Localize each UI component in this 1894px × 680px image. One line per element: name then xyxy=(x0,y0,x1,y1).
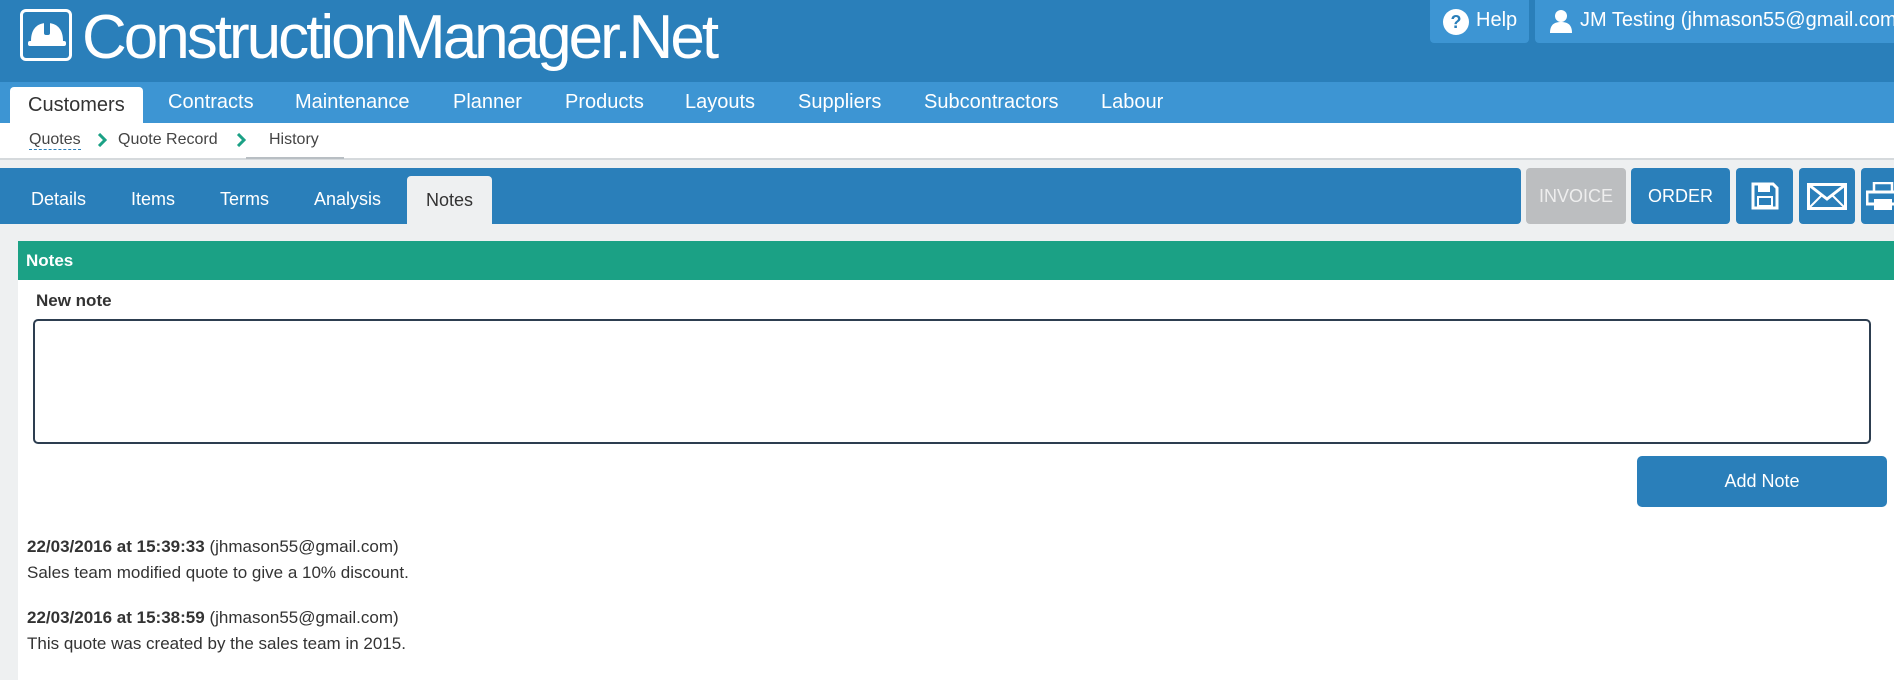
note-text: Sales team modified quote to give a 10% … xyxy=(27,563,409,582)
save-button[interactable] xyxy=(1736,168,1793,224)
user-label: JM Testing (jhmason55@gmail.com) xyxy=(1580,9,1894,31)
nav-item-planner[interactable]: Planner xyxy=(453,82,522,123)
note-entry: 22/03/2016 at 15:38:59 (jhmason55@gmail.… xyxy=(27,608,406,654)
note-author: (jhmason55@gmail.com) xyxy=(209,608,399,627)
tab-notes[interactable]: Notes xyxy=(407,176,493,224)
breadcrumb: Quotes Quote Record History xyxy=(0,123,1894,160)
add-note-button[interactable]: Add Note xyxy=(1637,456,1887,507)
user-menu-button[interactable]: JM Testing (jhmason55@gmail.com) xyxy=(1535,0,1894,43)
app-header: ConstructionManager.Net ? Help JM Testin… xyxy=(0,0,1894,82)
nav-item-labour[interactable]: Labour xyxy=(1101,82,1163,123)
breadcrumb-quotes[interactable]: Quotes xyxy=(29,131,81,150)
nav-item-layouts[interactable]: Layouts xyxy=(685,82,755,123)
help-label: Help xyxy=(1476,9,1518,31)
brand-logo-text: ConstructionManager.Net xyxy=(82,3,719,72)
nav-item-maintenance[interactable]: Maintenance xyxy=(295,82,410,123)
print-button[interactable] xyxy=(1861,168,1894,224)
hard-hat-icon xyxy=(20,9,72,61)
breadcrumb-history: History xyxy=(269,131,319,148)
notes-panel-title: Notes xyxy=(18,241,1894,280)
email-icon xyxy=(1807,183,1847,210)
new-note-textarea[interactable] xyxy=(33,319,1871,444)
nav-item-contracts[interactable]: Contracts xyxy=(168,82,254,123)
email-button[interactable] xyxy=(1799,168,1855,224)
record-tabbar: Details Items Terms Analysis Notes xyxy=(0,168,1521,224)
note-entry: 22/03/2016 at 15:39:33 (jhmason55@gmail.… xyxy=(27,537,409,583)
tab-details[interactable]: Details xyxy=(31,168,86,224)
save-icon xyxy=(1751,182,1779,210)
invoice-button[interactable]: INVOICE xyxy=(1526,168,1626,224)
new-note-label: New note xyxy=(36,291,112,310)
help-button[interactable]: ? Help xyxy=(1430,0,1529,43)
print-icon xyxy=(1866,182,1894,210)
note-author: (jhmason55@gmail.com) xyxy=(209,537,399,556)
chevron-right-icon xyxy=(236,133,246,147)
breadcrumb-current-underline xyxy=(246,157,344,159)
nav-item-suppliers[interactable]: Suppliers xyxy=(798,82,881,123)
note-text: This quote was created by the sales team… xyxy=(27,634,406,653)
notes-panel: Notes New note Add Note 22/03/2016 at 15… xyxy=(18,241,1894,680)
tab-analysis[interactable]: Analysis xyxy=(314,168,381,224)
note-timestamp: 22/03/2016 at 15:38:59 xyxy=(27,608,205,627)
help-icon: ? xyxy=(1443,9,1469,35)
chevron-right-icon xyxy=(97,133,107,147)
nav-item-customers[interactable]: Customers xyxy=(10,87,143,123)
order-button[interactable]: ORDER xyxy=(1631,168,1730,224)
breadcrumb-quote-record[interactable]: Quote Record xyxy=(118,131,218,149)
main-nav: Customers Contracts Maintenance Planner … xyxy=(0,82,1894,123)
nav-item-subcontractors[interactable]: Subcontractors xyxy=(924,82,1059,123)
tab-items[interactable]: Items xyxy=(131,168,175,224)
note-timestamp: 22/03/2016 at 15:39:33 xyxy=(27,537,205,556)
user-icon xyxy=(1550,10,1572,33)
nav-item-products[interactable]: Products xyxy=(565,82,644,123)
tab-terms[interactable]: Terms xyxy=(220,168,269,224)
